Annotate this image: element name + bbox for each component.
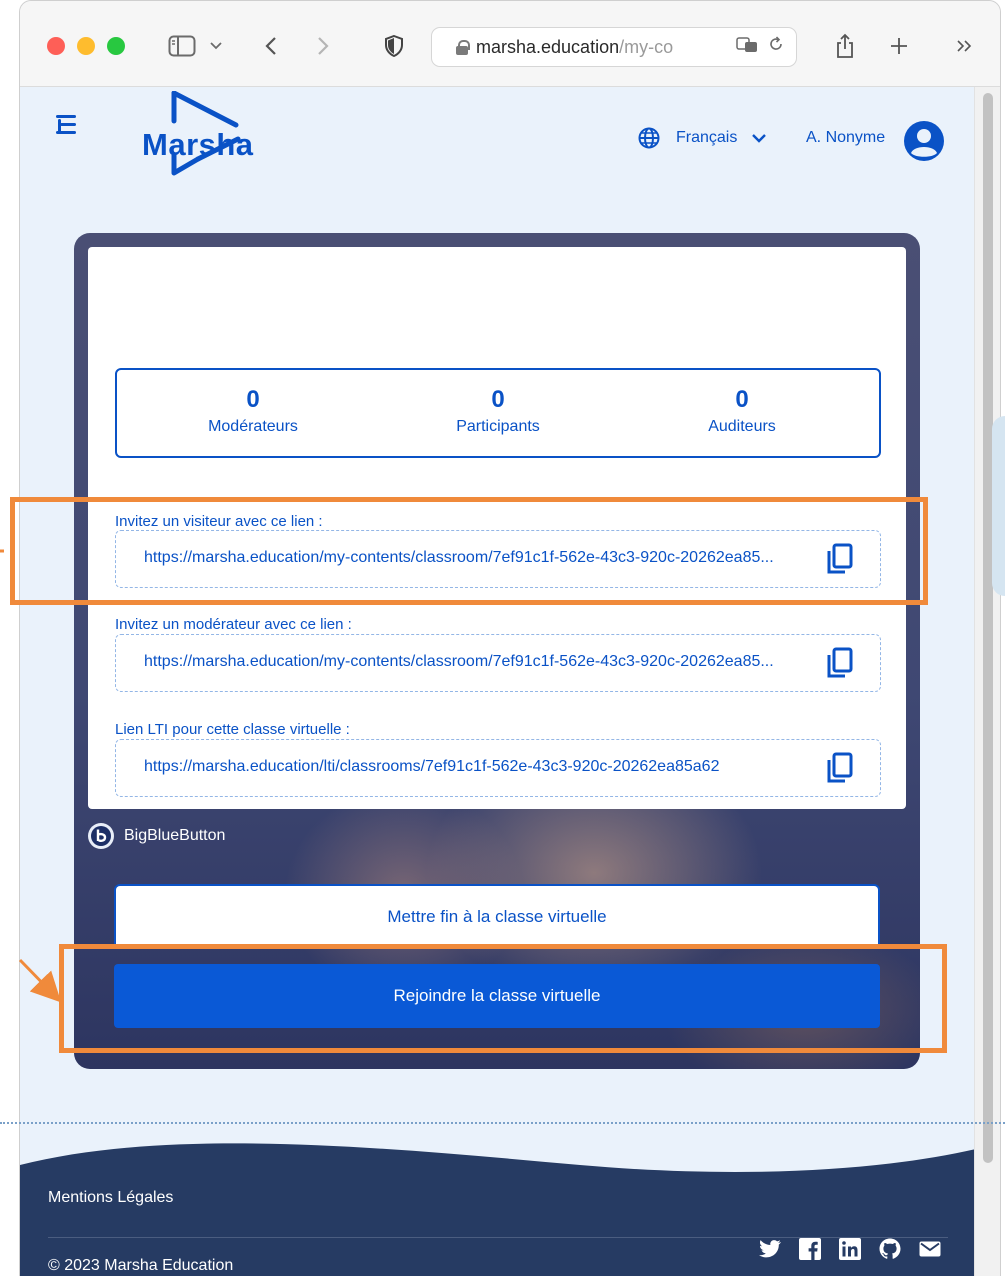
- forward-arrow-icon[interactable]: [312, 31, 334, 61]
- dotted-guide-line: [0, 1122, 1005, 1124]
- close-window-button[interactable]: [47, 37, 65, 55]
- minimize-window-button[interactable]: [77, 37, 95, 55]
- zoom-window-button[interactable]: [107, 37, 125, 55]
- side-decoration: [992, 416, 1005, 596]
- back-arrow-icon[interactable]: [260, 31, 282, 61]
- lti-link-box[interactable]: https://marsha.education/lti/classrooms/…: [115, 739, 881, 797]
- stat-value: 0: [246, 386, 260, 413]
- provider-name: BigBlueButton: [124, 827, 226, 844]
- page-scrollbar[interactable]: [974, 87, 1000, 1276]
- scrollbar-thumb[interactable]: [983, 93, 993, 1163]
- globe-icon: [638, 127, 660, 149]
- browser-window: marsha.education/my-co Marsha Français A…: [19, 0, 1001, 1276]
- provider-badge: BigBlueButton: [88, 823, 225, 849]
- stat-label: Modérateurs: [208, 418, 298, 435]
- annotation-visitor-link-highlight: [10, 497, 928, 605]
- address-bar[interactable]: marsha.education/my-co: [431, 27, 797, 67]
- annotation-join-button-highlight: [59, 944, 947, 1053]
- moderator-link-url: https://marsha.education/my-contents/cla…: [144, 653, 774, 670]
- copy-icon[interactable]: [826, 647, 854, 679]
- page-content: Marsha Français A. Nonyme 0 Modérateurs: [20, 87, 1000, 1276]
- lti-link-label: Lien LTI pour cette classe virtuelle :: [115, 721, 350, 738]
- stat-value: 0: [735, 386, 749, 413]
- overflow-chevrons-icon[interactable]: [952, 31, 978, 61]
- copyright-text: © 2023 Marsha Education: [48, 1257, 234, 1274]
- new-tab-icon[interactable]: [886, 31, 912, 61]
- stat-moderators: 0 Modérateurs: [153, 386, 353, 436]
- github-icon[interactable]: [878, 1237, 902, 1261]
- twitter-icon[interactable]: [758, 1237, 782, 1261]
- marsha-logo[interactable]: Marsha: [140, 91, 270, 179]
- chevron-down-icon: [752, 134, 767, 143]
- end-classroom-button[interactable]: Mettre fin à la classe virtuelle: [114, 884, 880, 948]
- menu-toggle-icon[interactable]: [54, 113, 78, 137]
- lti-link-url: https://marsha.education/lti/classrooms/…: [144, 758, 720, 775]
- user-name[interactable]: A. Nonyme: [806, 129, 885, 147]
- stat-label: Participants: [456, 418, 540, 435]
- facebook-icon[interactable]: [798, 1237, 822, 1261]
- moderator-link-box[interactable]: https://marsha.education/my-contents/cla…: [115, 634, 881, 692]
- mail-icon[interactable]: [918, 1237, 942, 1261]
- browser-toolbar: marsha.education/my-co: [20, 1, 1000, 87]
- translate-icon[interactable]: [736, 37, 758, 57]
- social-links: [758, 1237, 942, 1261]
- stat-participants: 0 Participants: [398, 386, 598, 436]
- language-selector[interactable]: Français: [638, 127, 767, 149]
- stat-value: 0: [491, 386, 505, 413]
- address-domain: marsha.education: [476, 36, 620, 57]
- address-path: /my-co: [619, 36, 674, 57]
- copy-icon[interactable]: [826, 752, 854, 784]
- bigbluebutton-icon: [88, 823, 114, 849]
- linkedin-icon[interactable]: [838, 1237, 862, 1261]
- user-avatar-icon[interactable]: [904, 121, 944, 161]
- attendance-stats: 0 Modérateurs 0 Participants 0 Auditeurs: [115, 368, 881, 458]
- stat-label: Auditeurs: [708, 418, 776, 435]
- chevron-down-icon[interactable]: [206, 31, 226, 61]
- logo-text: Marsha: [142, 127, 254, 162]
- legal-notice-link[interactable]: Mentions Légales: [48, 1189, 173, 1207]
- stat-auditors: 0 Auditeurs: [642, 386, 842, 436]
- sidebar-toggle-icon[interactable]: [167, 31, 197, 61]
- lock-icon: [456, 40, 470, 55]
- shield-icon[interactable]: [382, 31, 406, 61]
- share-icon[interactable]: [832, 31, 858, 61]
- moderator-link-label: Invitez un modérateur avec ce lien :: [115, 616, 352, 633]
- language-label: Français: [676, 129, 738, 146]
- reload-icon[interactable]: [768, 36, 784, 57]
